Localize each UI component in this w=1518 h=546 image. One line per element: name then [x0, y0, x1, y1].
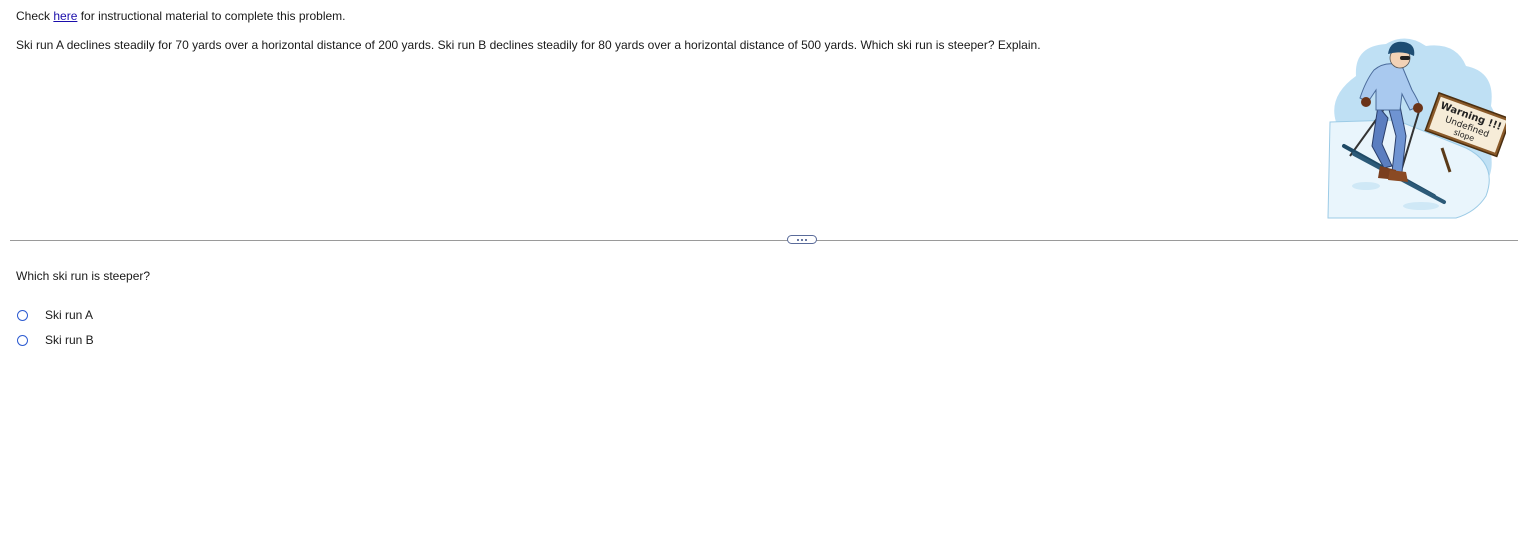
choice-label-a: Ski run A [45, 308, 94, 322]
skier-illustration: Warning !!! Undefined slope [1327, 38, 1506, 219]
instruction-line: Check here for instructional material to… [16, 9, 346, 23]
radio-button-b[interactable] [17, 334, 28, 346]
question-prompt: Which ski run is steeper? [16, 269, 151, 283]
section-divider [10, 240, 1518, 241]
choice-ski-run-b[interactable]: Ski run B [17, 333, 94, 347]
dot-icon [801, 238, 803, 241]
help-link[interactable]: here [53, 9, 77, 23]
more-options-button[interactable] [787, 235, 817, 244]
dot-icon [805, 238, 807, 241]
problem-statement: Ski run A declines steadily for 70 yards… [16, 38, 1041, 52]
radio-button-a[interactable] [17, 309, 28, 321]
instruction-prefix: Check [16, 9, 54, 23]
choice-ski-run-a[interactable]: Ski run A [17, 308, 93, 322]
choice-label-b: Ski run B [45, 333, 94, 347]
dot-icon [797, 238, 799, 241]
instruction-suffix: for instructional material to complete t… [77, 9, 346, 23]
